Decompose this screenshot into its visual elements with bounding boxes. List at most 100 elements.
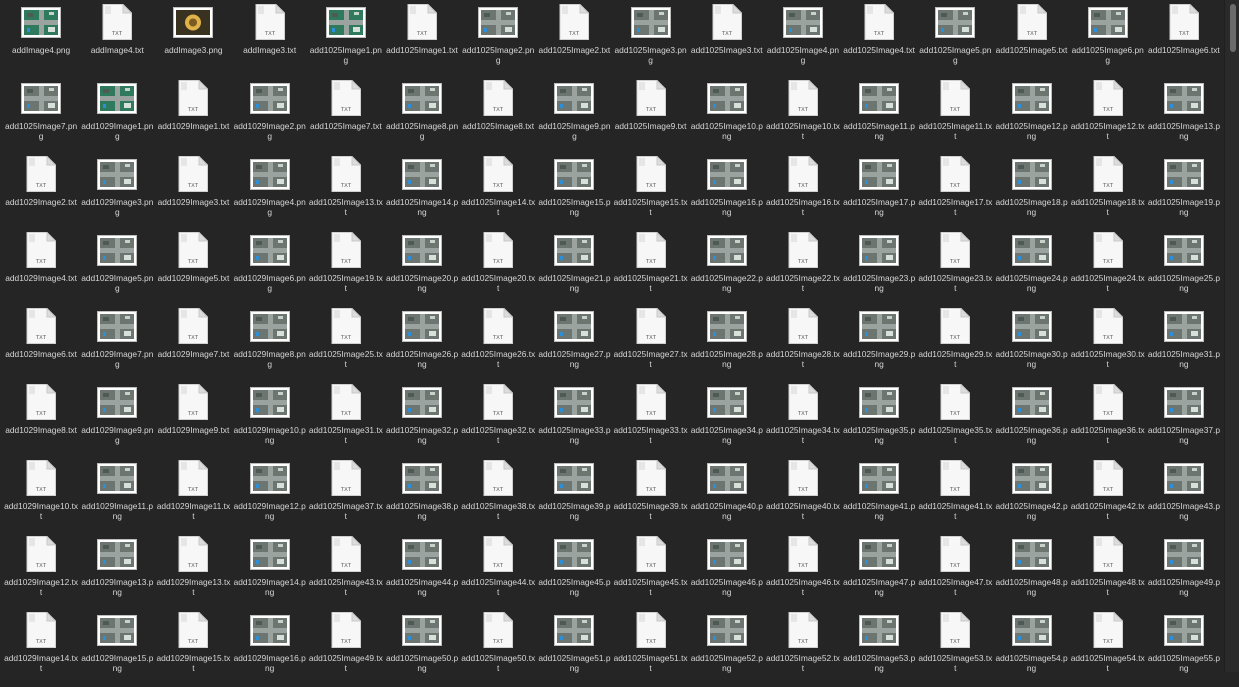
image-file-icon[interactable] xyxy=(554,387,595,418)
text-file-icon[interactable]: TXT xyxy=(940,535,972,572)
text-file-icon[interactable]: TXT xyxy=(559,3,591,40)
text-file-icon[interactable]: TXT xyxy=(26,535,57,572)
image-file-icon[interactable] xyxy=(706,311,747,342)
image-file-icon[interactable] xyxy=(249,311,290,342)
file-item[interactable]: add1029Image3.png xyxy=(79,155,155,231)
text-file-icon[interactable]: TXT xyxy=(1017,3,1048,40)
file-item[interactable]: TXT add1025Image42.txt xyxy=(1070,459,1146,535)
text-file-icon[interactable]: TXT xyxy=(178,383,210,420)
text-file-icon[interactable]: TXT xyxy=(940,155,972,192)
file-item[interactable]: add1025Image51.png xyxy=(536,611,612,687)
file-item[interactable]: add1029Image2.png xyxy=(232,79,308,155)
file-item[interactable]: add1025Image31.png xyxy=(1146,307,1222,383)
text-file-icon[interactable]: TXT xyxy=(712,3,743,40)
text-file-icon[interactable]: TXT xyxy=(26,307,57,344)
file-item[interactable]: TXT add1025Image32.txt xyxy=(460,383,536,459)
file-item[interactable]: add1029Image8.png xyxy=(232,307,308,383)
image-file-icon[interactable] xyxy=(859,159,900,190)
text-file-icon[interactable]: TXT xyxy=(331,155,362,192)
text-file-icon[interactable]: TXT xyxy=(1093,79,1124,116)
file-item[interactable]: add1025Image16.png xyxy=(689,155,765,231)
file-item[interactable]: add1025Image41.png xyxy=(841,459,917,535)
image-file-icon[interactable] xyxy=(554,615,595,646)
file-item[interactable]: TXT add1029Image6.txt xyxy=(3,307,79,383)
file-item[interactable]: TXT add1025Image6.txt xyxy=(1146,3,1222,79)
file-item[interactable]: add1025Image44.png xyxy=(384,535,460,611)
file-item[interactable]: TXT add1025Image52.txt xyxy=(765,611,841,687)
file-item[interactable]: add1025Image10.png xyxy=(689,79,765,155)
text-file-icon[interactable]: TXT xyxy=(178,611,210,648)
file-item[interactable]: TXT add1029Image4.txt xyxy=(3,231,79,307)
text-file-icon[interactable]: TXT xyxy=(1093,459,1124,496)
text-file-icon[interactable]: TXT xyxy=(1093,307,1124,344)
text-file-icon[interactable]: TXT xyxy=(636,459,667,496)
file-item[interactable]: add1025Image14.png xyxy=(384,155,460,231)
file-item[interactable]: add1025Image26.png xyxy=(384,307,460,383)
scrollbar-thumb[interactable] xyxy=(1230,4,1236,52)
image-file-icon[interactable] xyxy=(97,463,138,494)
image-file-icon[interactable] xyxy=(935,7,976,38)
file-item[interactable]: add1029Image4.png xyxy=(232,155,308,231)
text-file-icon[interactable]: TXT xyxy=(940,611,972,648)
text-file-icon[interactable]: TXT xyxy=(864,3,895,40)
file-item[interactable]: TXT add1025Image2.txt xyxy=(536,3,612,79)
file-item[interactable]: add1025Image54.png xyxy=(993,611,1069,687)
file-item[interactable]: add1025Image36.png xyxy=(993,383,1069,459)
text-file-icon[interactable]: TXT xyxy=(178,307,210,344)
text-file-icon[interactable]: TXT xyxy=(636,535,667,572)
image-file-icon[interactable] xyxy=(1011,463,1052,494)
image-file-icon[interactable] xyxy=(97,539,138,570)
file-item[interactable]: add1025Image18.png xyxy=(993,155,1069,231)
file-item[interactable]: TXT add1025Image3.txt xyxy=(689,3,765,79)
file-item[interactable]: add1025Image55.png xyxy=(1146,611,1222,687)
image-file-icon[interactable] xyxy=(97,83,138,114)
text-file-icon[interactable]: TXT xyxy=(1093,383,1124,420)
text-file-icon[interactable]: TXT xyxy=(788,383,819,420)
file-item[interactable]: TXT add1025Image38.txt xyxy=(460,459,536,535)
text-file-icon[interactable]: TXT xyxy=(1093,535,1124,572)
image-file-icon[interactable] xyxy=(249,539,290,570)
file-item[interactable]: add1025Image49.png xyxy=(1146,535,1222,611)
file-item[interactable]: add1029Image7.png xyxy=(79,307,155,383)
file-item[interactable]: add1025Image4.png xyxy=(765,3,841,79)
text-file-icon[interactable]: TXT xyxy=(331,79,362,116)
text-file-icon[interactable]: TXT xyxy=(940,79,972,116)
file-item[interactable]: add1025Image37.png xyxy=(1146,383,1222,459)
image-file-icon[interactable] xyxy=(402,83,443,114)
image-file-icon[interactable] xyxy=(249,235,290,266)
image-file-icon[interactable] xyxy=(782,7,823,38)
file-item[interactable]: add1025Image1.png xyxy=(308,3,384,79)
file-item[interactable]: add1025Image3.png xyxy=(613,3,689,79)
image-file-icon[interactable] xyxy=(97,615,138,646)
file-item[interactable]: TXT add1025Image37.txt xyxy=(308,459,384,535)
image-file-icon[interactable] xyxy=(1011,539,1052,570)
text-file-icon[interactable]: TXT xyxy=(331,383,362,420)
file-item[interactable]: add1025Image27.png xyxy=(536,307,612,383)
text-file-icon[interactable]: TXT xyxy=(788,231,819,268)
file-item[interactable]: TXT add1029Image2.txt xyxy=(3,155,79,231)
text-file-icon[interactable]: TXT xyxy=(1169,3,1200,40)
text-file-icon[interactable]: TXT xyxy=(331,307,362,344)
file-item[interactable]: TXT add1029Image3.txt xyxy=(155,155,231,231)
text-file-icon[interactable]: TXT xyxy=(178,231,210,268)
image-file-icon[interactable] xyxy=(21,83,62,114)
file-item[interactable]: add1029Image14.png xyxy=(232,535,308,611)
text-file-icon[interactable]: TXT xyxy=(940,231,972,268)
text-file-icon[interactable]: TXT xyxy=(1093,611,1124,648)
file-item[interactable]: TXT add1025Image47.txt xyxy=(917,535,993,611)
image-file-icon[interactable] xyxy=(1163,615,1204,646)
image-file-icon[interactable] xyxy=(249,615,290,646)
image-file-icon[interactable] xyxy=(402,235,443,266)
file-item[interactable]: TXT add1025Image18.txt xyxy=(1070,155,1146,231)
file-item[interactable]: add1025Image43.png xyxy=(1146,459,1222,535)
file-item[interactable]: add1025Image47.png xyxy=(841,535,917,611)
file-item[interactable]: TXT add1025Image11.txt xyxy=(917,79,993,155)
image-file-icon[interactable] xyxy=(1163,159,1204,190)
file-item[interactable]: add1025Image30.png xyxy=(993,307,1069,383)
image-file-icon[interactable] xyxy=(859,463,900,494)
image-file-icon[interactable] xyxy=(1163,539,1204,570)
image-file-icon[interactable] xyxy=(402,311,443,342)
image-file-icon[interactable] xyxy=(249,387,290,418)
image-file-icon[interactable] xyxy=(21,7,62,38)
text-file-icon[interactable]: TXT xyxy=(483,79,514,116)
